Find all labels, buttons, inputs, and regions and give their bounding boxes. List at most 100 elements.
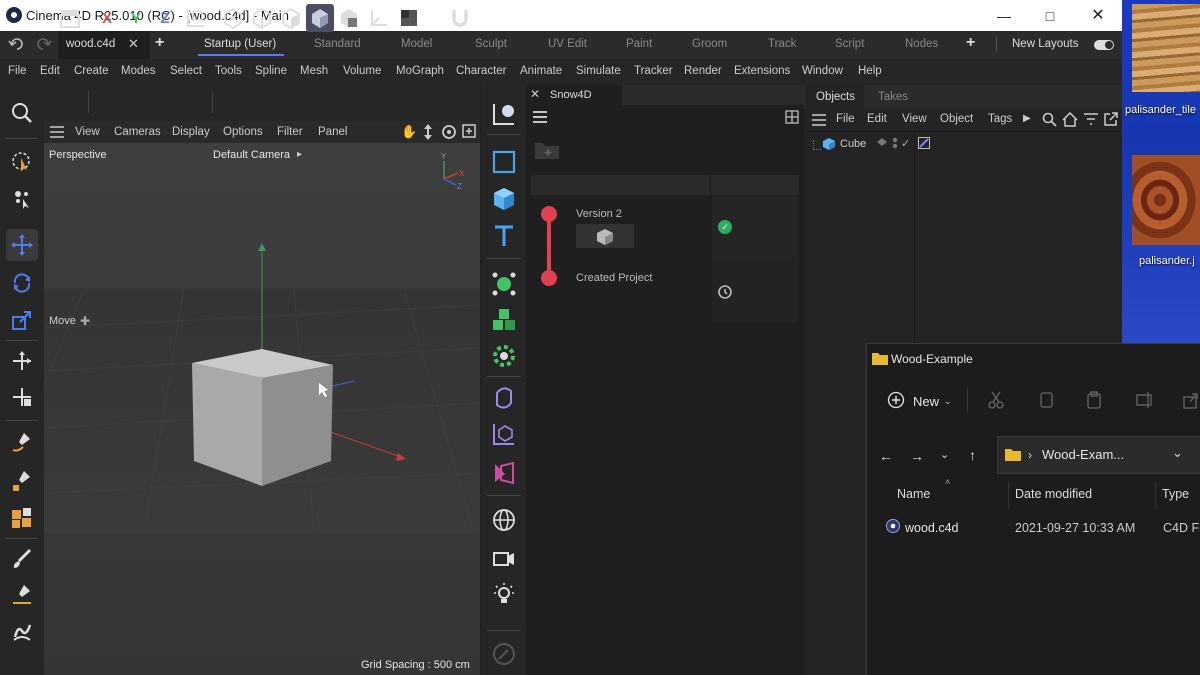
light-object-icon[interactable] — [486, 577, 522, 613]
address-path[interactable]: Wood-Exam... — [1042, 447, 1124, 462]
redo-icon[interactable] — [34, 37, 52, 51]
points-mode-icon[interactable] — [219, 4, 247, 32]
tab-nodes[interactable]: Nodes — [905, 38, 938, 50]
menu-tools[interactable]: Tools — [215, 65, 242, 77]
tab-objects-label[interactable]: Objects — [816, 91, 855, 103]
camera-object-icon[interactable] — [486, 540, 522, 576]
version-label[interactable]: Created Project — [576, 272, 652, 284]
paste-icon[interactable] — [1085, 391, 1103, 409]
menu-simulate[interactable]: Simulate — [576, 65, 621, 77]
spline-pen-disabled-icon[interactable] — [486, 636, 522, 672]
forward-arrow-icon[interactable]: → — [910, 448, 924, 464]
minimize-icon[interactable]: — — [994, 6, 1014, 26]
objects-menu-file[interactable]: File — [836, 113, 855, 125]
menu-edit[interactable]: Edit — [40, 65, 60, 77]
selection-tool-icon[interactable] — [6, 146, 38, 178]
viewport-menu-options[interactable]: Options — [223, 126, 263, 138]
transform-tool-icon[interactable] — [6, 345, 38, 377]
tab-takes-label[interactable]: Takes — [878, 91, 908, 103]
viewport-menu-panel[interactable]: Panel — [318, 126, 347, 138]
spline-rectangle-icon[interactable] — [486, 144, 522, 180]
tab-paint[interactable]: Paint — [626, 38, 652, 50]
tab-script[interactable]: Script — [835, 38, 864, 50]
add-layout-icon[interactable]: + — [966, 34, 975, 52]
objects-menu-tags[interactable]: Tags — [988, 113, 1012, 125]
knife-icon[interactable] — [6, 578, 38, 610]
filter-icon[interactable] — [1083, 112, 1099, 126]
menu-help[interactable]: Help — [858, 65, 882, 77]
panel-layout-icon[interactable] — [785, 110, 799, 124]
desktop-icon-label[interactable]: palisander_tile — [1125, 104, 1196, 116]
viewport-menu-display[interactable]: Display — [172, 126, 210, 138]
chevron-down-icon[interactable]: ⌄ — [944, 396, 952, 407]
add-folder-icon[interactable] — [534, 140, 560, 160]
cube-primitive-icon[interactable] — [486, 181, 522, 217]
new-icon[interactable] — [887, 391, 905, 409]
desktop-icon-label[interactable]: palisander.j — [1139, 255, 1195, 267]
hamburger-menu-icon[interactable] — [50, 126, 64, 138]
scale-tool-icon[interactable] — [6, 304, 38, 336]
new-button[interactable]: New — [913, 394, 939, 409]
axis-mode-icon[interactable] — [364, 4, 392, 32]
placement-tool-icon[interactable] — [6, 381, 38, 413]
tab-startup-user[interactable]: Startup (User) — [204, 38, 276, 50]
sculpt-icon[interactable] — [6, 615, 38, 647]
share-icon[interactable] — [1183, 391, 1199, 409]
menu-mesh[interactable]: Mesh — [300, 65, 328, 77]
menu-volume[interactable]: Volume — [343, 65, 381, 77]
x-axis-lock-button[interactable]: X — [93, 4, 121, 32]
environment-globe-icon[interactable] — [486, 502, 522, 538]
snap-magnet-icon[interactable] — [446, 4, 474, 32]
polygon-pen-icon[interactable] — [6, 502, 38, 534]
null-object-icon[interactable] — [486, 96, 522, 132]
polygons-mode-icon[interactable] — [277, 4, 305, 32]
move-tool-icon[interactable] — [6, 229, 38, 261]
tab-track[interactable]: Track — [768, 38, 796, 50]
snow4d-tab-label[interactable]: Snow4D — [550, 89, 592, 101]
menu-create[interactable]: Create — [74, 65, 109, 77]
column-date-modified[interactable]: Date modified — [1015, 487, 1092, 501]
y-axis-lock-button[interactable]: Y — [122, 4, 150, 32]
menu-window[interactable]: Window — [802, 65, 843, 77]
menu-tracker[interactable]: Tracker — [634, 65, 673, 77]
volume-builder-icon[interactable] — [486, 302, 522, 338]
file-name[interactable]: wood.c4d — [905, 521, 959, 535]
open-external-icon[interactable] — [1103, 112, 1118, 127]
text-object-icon[interactable] — [486, 218, 522, 254]
menu-mograph[interactable]: MoGraph — [396, 65, 444, 77]
viewport-camera-label[interactable]: Default Camera — [213, 149, 290, 161]
object-name[interactable]: Cube — [840, 138, 866, 150]
phong-tag-icon[interactable] — [918, 137, 930, 149]
version-node[interactable] — [541, 270, 557, 286]
column-type[interactable]: Type — [1162, 487, 1189, 501]
copy-icon[interactable] — [1037, 391, 1055, 409]
objects-menu-object[interactable]: Object — [940, 113, 973, 125]
uv-mode-icon[interactable] — [335, 4, 363, 32]
rename-icon[interactable] — [1135, 391, 1155, 409]
home-icon[interactable] — [1062, 112, 1078, 127]
menu-file[interactable]: File — [8, 65, 27, 77]
solo-mode-icon[interactable] — [395, 4, 423, 32]
menu-modes[interactable]: Modes — [121, 65, 156, 77]
up-arrow-icon[interactable]: ↑ — [969, 447, 976, 463]
enabled-check-icon[interactable]: ✓ — [901, 137, 910, 150]
menu-render[interactable]: Render — [684, 65, 722, 77]
spline-sketch-icon[interactable] — [6, 464, 38, 496]
field-icon[interactable] — [486, 455, 522, 491]
visibility-dots-icon[interactable] — [890, 136, 900, 150]
tweak-tool-icon[interactable] — [6, 182, 38, 214]
menu-character[interactable]: Character — [456, 65, 507, 77]
column-name[interactable]: Name — [897, 487, 930, 501]
menu-select[interactable]: Select — [170, 65, 202, 77]
maximize-viewport-icon[interactable] — [462, 124, 476, 138]
deformer-bend-icon[interactable] — [486, 380, 522, 416]
menu-extensions[interactable]: Extensions — [734, 65, 790, 77]
new-layouts-toggle[interactable] — [1094, 40, 1114, 50]
deformer-box-icon[interactable] — [486, 416, 522, 452]
back-arrow-icon[interactable]: ← — [879, 448, 893, 464]
z-axis-lock-button[interactable]: Z — [151, 4, 179, 32]
cloner-icon[interactable] — [486, 266, 522, 302]
clapboard-icon[interactable] — [56, 4, 84, 32]
palisander-thumbnail[interactable] — [1132, 155, 1200, 245]
document-tab-label[interactable]: wood.c4d — [66, 38, 115, 50]
